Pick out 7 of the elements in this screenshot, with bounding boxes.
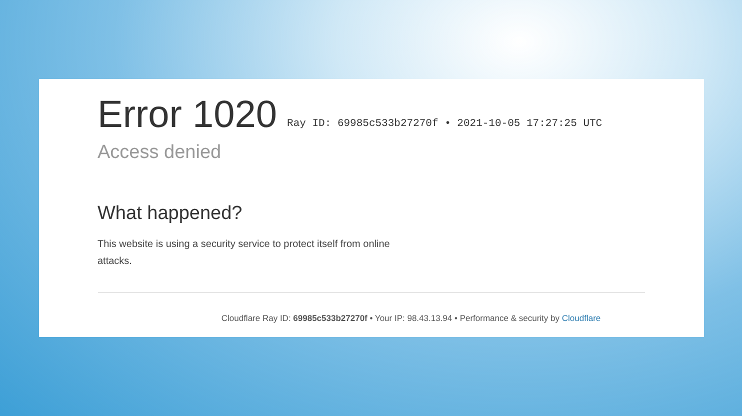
error-subtitle: Access denied: [98, 141, 222, 165]
ray-id-timestamp: Ray ID: 69985c533b27270f • 2021-10-05 17:27:25 UTC: [287, 117, 602, 132]
error-title: Error 1020: [98, 93, 278, 137]
footer-text: Cloudflare Ray ID: 69985c533b27270f • Your IP: 98.43.13.94 • Performance & security by Cloudflare: [221, 312, 601, 325]
cloudflare-link[interactable]: Cloudflare: [562, 313, 601, 323]
explanation-text: This website is using a security service to protect itself from online attacks.: [98, 238, 391, 269]
section-heading: What happened?: [98, 202, 242, 226]
